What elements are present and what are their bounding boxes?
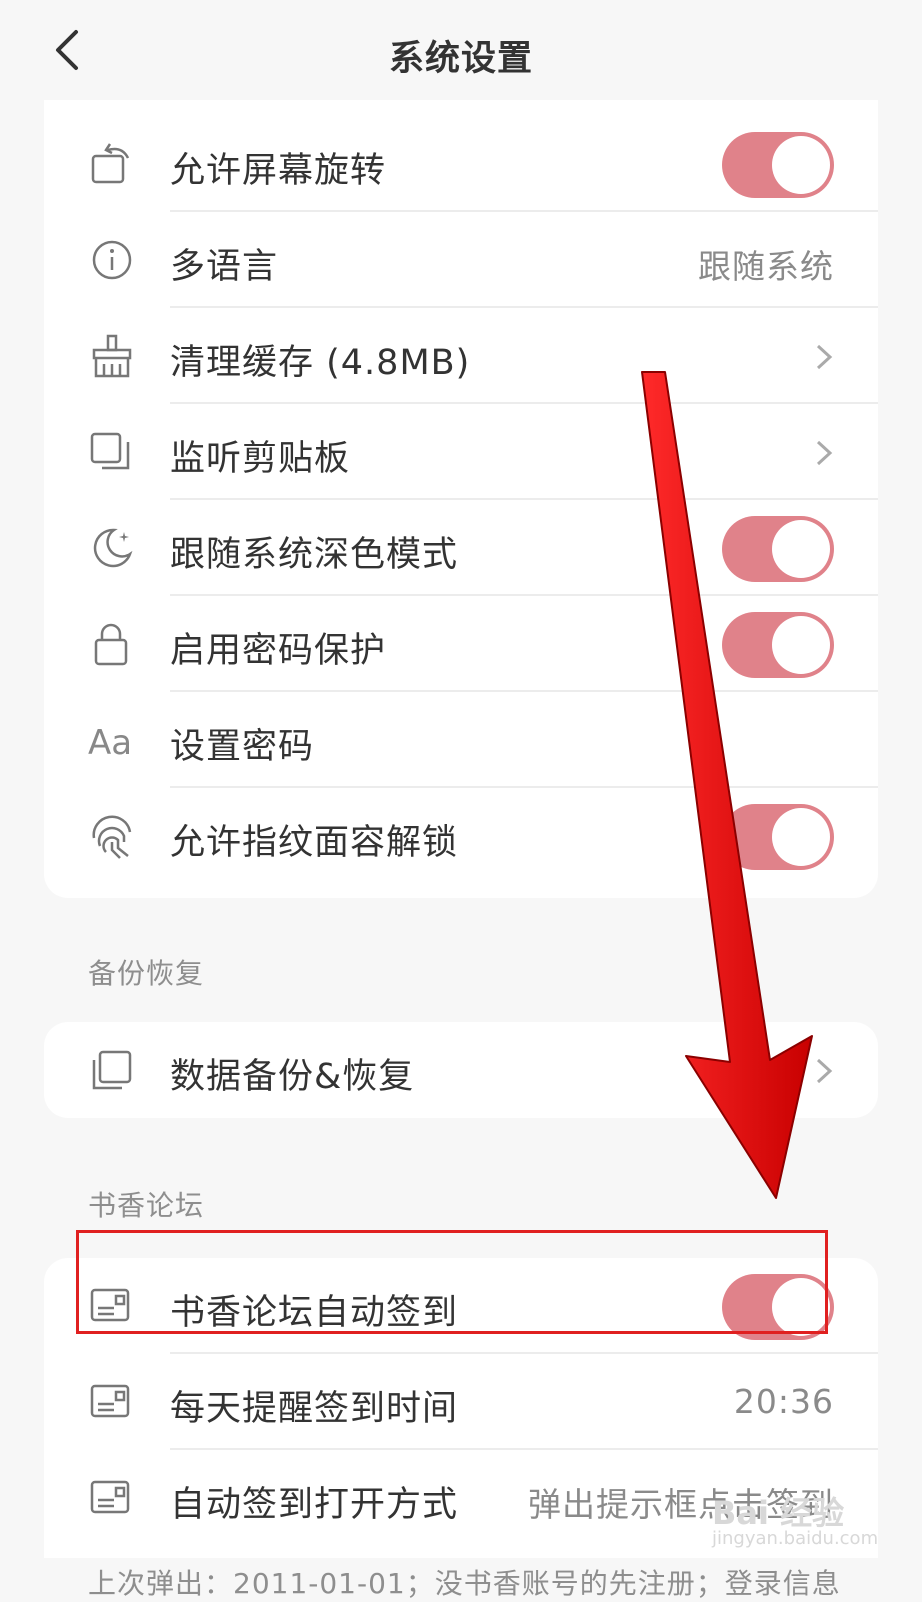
setting-label: 监听剪贴板 [170,439,351,479]
font-aa-icon: Aa [88,723,132,763]
dark-mode-toggle[interactable] [722,516,834,582]
chevron-right-icon [816,344,833,370]
broom-icon [92,334,132,378]
setting-row-password-protection: 启用密码保护 [44,596,878,692]
backup-card: 数据备份&恢复 [44,1022,878,1118]
moon-icon [93,528,133,568]
setting-row-language[interactable]: 多语言 跟随系统 [44,212,878,308]
reminder-time-value: 20:36 [733,1382,834,1421]
clipboard-icon [90,432,130,470]
toggle-knob [772,520,830,578]
setting-label: 启用密码保护 [170,631,387,671]
setting-label: 跟随系统深色模式 [170,535,459,575]
setting-row-data-backup[interactable]: 数据备份&恢复 [44,1022,878,1118]
page-title: 系统设置 [388,39,533,79]
setting-row-screen-rotation: 允许屏幕旋转 [44,116,878,212]
copy-icon [92,1050,132,1090]
card-icon [90,1384,130,1418]
rotate-screen-icon [91,143,130,184]
fingerprint-toggle[interactable] [722,804,834,870]
lock-icon [94,623,128,666]
last-popup-note: 上次弹出：2011-01-01；没书香账号的先注册；登录信息 [88,1567,841,1600]
toggle-knob [772,808,830,866]
fingerprint-icon [92,815,132,859]
setting-row-reminder-time[interactable]: 每天提醒签到时间 20:36 [44,1354,878,1450]
setting-label: 设置密码 [170,727,315,767]
setting-label: 允许指纹面容解锁 [170,823,459,863]
screen-rotation-toggle[interactable] [722,132,834,198]
toggle-knob [772,136,830,194]
language-value: 跟随系统 [698,247,834,286]
info-icon [92,240,132,280]
section-title-backup: 备份恢复 [88,957,205,990]
setting-label: 允许屏幕旋转 [170,151,387,191]
watermark-url: jingyan.baidu.com [712,1528,879,1549]
section-title-forum: 书香论坛 [88,1189,205,1222]
chevron-right-icon [816,440,833,466]
chevron-right-icon [816,1058,833,1084]
setting-label: 自动签到打开方式 [170,1485,459,1525]
highlight-box [76,1230,828,1334]
setting-row-fingerprint: 允许指纹面容解锁 [44,788,878,884]
setting-row-dark-mode: 跟随系统深色模式 [44,500,878,596]
setting-label: 每天提醒签到时间 [170,1389,459,1429]
card-icon [90,1480,130,1514]
svg-text:Aa: Aa [88,723,132,763]
setting-row-clipboard[interactable]: 监听剪贴板 [44,404,878,500]
setting-row-clear-cache[interactable]: 清理缓存 (4.8MB) [44,308,878,404]
navigation-bar: 系统设置 [0,0,922,104]
toggle-knob [772,616,830,674]
setting-label: 多语言 [170,247,279,287]
password-protection-toggle[interactable] [722,612,834,678]
general-settings-card: 允许屏幕旋转 多语言 跟随系统 清理缓存 (4.8MB) 监听剪贴板 跟随系统深… [44,100,878,898]
setting-label: 数据备份&恢复 [170,1057,415,1097]
setting-row-set-password[interactable]: Aa 设置密码 [44,692,878,788]
setting-label: 清理缓存 (4.8MB) [170,343,471,383]
